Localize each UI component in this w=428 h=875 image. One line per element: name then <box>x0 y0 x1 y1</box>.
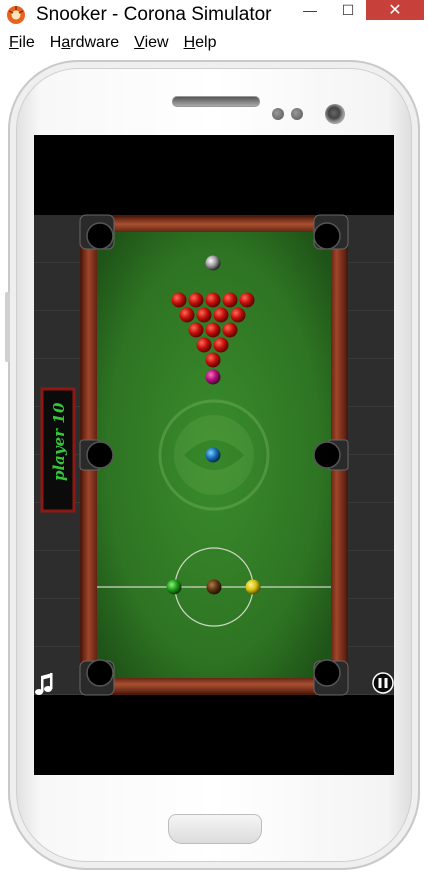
music-note-icon[interactable] <box>35 673 53 695</box>
pocket-middle-right <box>313 441 341 469</box>
red-ball <box>188 292 204 308</box>
red-ball <box>213 337 229 353</box>
top-cushion <box>82 217 346 233</box>
menu-view[interactable]: View <box>125 32 168 54</box>
green-ball <box>166 579 182 595</box>
pink-ball <box>205 369 221 385</box>
red-ball <box>230 307 246 323</box>
red-ball <box>222 322 238 338</box>
player-label: player 1 <box>50 413 68 481</box>
brown-ball <box>206 579 222 595</box>
game-screen[interactable]: player 1 0 <box>34 135 394 775</box>
red-ball <box>239 292 255 308</box>
window-title: Snooker - Corona Simulator <box>36 4 272 25</box>
pocket-bottom-left <box>86 659 114 687</box>
red-ball <box>196 337 212 353</box>
scoreboard: player 1 0 <box>40 387 76 513</box>
pocket-top-left <box>86 222 114 250</box>
yellow-ball <box>245 579 261 595</box>
phone-sensor <box>291 108 303 120</box>
close-icon: ✕ <box>388 2 402 19</box>
title-bar: Snooker - Corona Simulator — ☐ ✕ <box>0 0 428 30</box>
menu-file[interactable]: File <box>0 32 35 54</box>
menu-hardware[interactable]: Hardware <box>41 32 119 54</box>
phone-camera <box>325 104 345 124</box>
player-score: 0 <box>50 402 68 413</box>
red-ball <box>222 292 238 308</box>
blue-ball <box>205 447 221 463</box>
menu-help[interactable]: Help <box>175 32 217 54</box>
cue-ball[interactable] <box>205 255 221 271</box>
minimize-button[interactable]: — <box>296 0 324 20</box>
red-ball <box>179 307 195 323</box>
red-ball <box>171 292 187 308</box>
pocket-top-right <box>313 222 341 250</box>
red-ball <box>213 307 229 323</box>
minimize-icon: — <box>303 2 317 18</box>
maximize-button[interactable]: ☐ <box>334 0 362 20</box>
red-ball <box>205 292 221 308</box>
red-ball <box>205 352 221 368</box>
pause-icon[interactable] <box>372 672 394 694</box>
close-button[interactable]: ✕ <box>366 0 424 20</box>
bottom-cushion <box>82 677 346 693</box>
phone-sensor <box>272 108 284 120</box>
menu-bar: File Hardware View Help <box>0 32 428 54</box>
phone-home-button[interactable] <box>168 814 262 844</box>
phone-side-button <box>5 292 10 362</box>
red-ball <box>188 322 204 338</box>
phone-speaker <box>172 96 260 107</box>
snooker-table[interactable]: player 1 0 <box>34 135 394 775</box>
corona-app-icon <box>7 6 25 24</box>
red-ball <box>196 307 212 323</box>
pocket-middle-left <box>86 441 114 469</box>
maximize-icon: ☐ <box>341 1 355 18</box>
red-ball <box>205 322 221 338</box>
pocket-bottom-right <box>313 659 341 687</box>
